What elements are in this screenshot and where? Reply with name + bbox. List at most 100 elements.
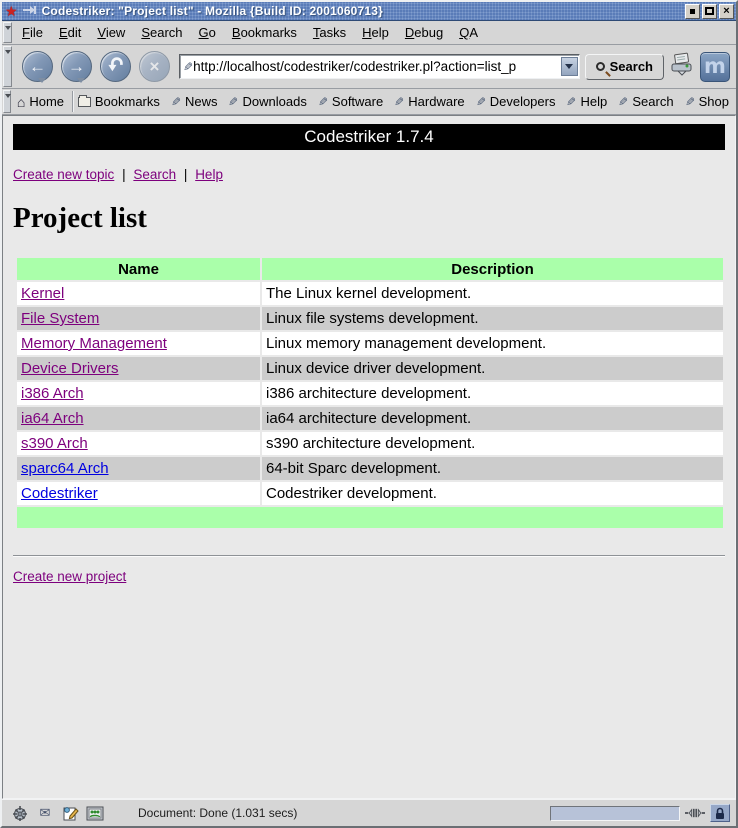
link-create-new-topic[interactable]: Create new topic: [13, 167, 114, 182]
forward-dropdown-icon[interactable]: [77, 78, 85, 83]
bookmark-label: Home: [29, 94, 64, 109]
url-input[interactable]: [193, 56, 561, 77]
toolbar-grippy[interactable]: [3, 22, 12, 43]
project-description: The Linux kernel development.: [262, 282, 723, 305]
bookmark-label: Bookmarks: [95, 94, 160, 109]
security-lock-icon[interactable]: [710, 804, 730, 822]
home-icon: ⌂: [17, 94, 25, 110]
column-header-name: Name: [17, 258, 260, 280]
stop-icon: ×: [150, 57, 160, 77]
page-top-nav: Create new topic | Search | Help: [13, 167, 725, 182]
menu-go[interactable]: Go: [191, 22, 224, 43]
bookmark-pen-icon: ✎: [566, 95, 576, 109]
menu-edit[interactable]: Edit: [51, 22, 89, 43]
maximize-icon: [705, 7, 714, 15]
bookmark-item-news[interactable]: ✎ News: [167, 92, 225, 111]
bookmark-item-developers[interactable]: ✎ Developers: [472, 92, 563, 111]
project-name-link[interactable]: Memory Management: [21, 335, 167, 352]
window-manager-star-icon[interactable]: ★: [5, 4, 18, 18]
address-book-icon[interactable]: [85, 804, 105, 822]
search-button-label: Search: [610, 59, 653, 74]
composer-icon[interactable]: [60, 804, 80, 822]
link-help[interactable]: Help: [195, 167, 223, 182]
window-title: Codestriker: "Project list" - Mozilla {B…: [42, 4, 681, 18]
bookmark-item-hardware[interactable]: ✎ Hardware: [390, 92, 471, 111]
table-row: Device Drivers Linux device driver devel…: [17, 357, 723, 380]
back-arrow-icon: ←: [29, 57, 46, 77]
reload-icon: [107, 55, 125, 78]
search-button[interactable]: Search: [585, 54, 664, 80]
status-bar: ✉ Document: Done (1.031 secs): [2, 799, 736, 826]
project-name-link[interactable]: sparc64 Arch: [21, 460, 109, 477]
project-name-link[interactable]: Codestriker: [21, 485, 98, 502]
bookmark-pen-icon[interactable]: ✎: [183, 60, 193, 74]
nav-separator: |: [184, 167, 188, 182]
bookmark-item-downloads[interactable]: ✎ Downloads: [224, 92, 313, 111]
menu-search[interactable]: Search: [133, 22, 190, 43]
mozilla-logo-button[interactable]: m: [700, 52, 730, 82]
browser-window: ★ Codestriker: "Project list" - Mozilla …: [0, 0, 738, 828]
bookmark-item-bookmarks[interactable]: Bookmarks: [74, 92, 167, 111]
toolbar-grippy[interactable]: [3, 46, 12, 87]
project-description: Linux file systems development.: [262, 307, 723, 330]
bookmark-pen-icon: ✎: [171, 95, 181, 109]
bookmark-label: Help: [581, 94, 608, 109]
bookmark-item-home[interactable]: ⌂ Home: [13, 92, 71, 112]
title-bar[interactable]: ★ Codestriker: "Project list" - Mozilla …: [2, 2, 736, 21]
project-description: Linux memory management development.: [262, 332, 723, 355]
forward-button[interactable]: →: [61, 51, 92, 82]
project-name-link[interactable]: File System: [21, 310, 99, 327]
close-button[interactable]: ×: [719, 4, 734, 19]
print-button[interactable]: [669, 51, 695, 82]
navigator-icon[interactable]: [10, 804, 30, 822]
link-search[interactable]: Search: [133, 167, 176, 182]
toolbar-grippy[interactable]: [3, 90, 11, 113]
bookmark-item-search[interactable]: ✎ Search: [614, 92, 680, 111]
minimize-icon: [690, 9, 695, 14]
bookmark-pen-icon: ✎: [476, 95, 486, 109]
bookmark-label: Downloads: [243, 94, 307, 109]
minimize-button[interactable]: [685, 4, 700, 19]
url-bar[interactable]: ✎: [179, 54, 580, 79]
project-description: Linux device driver development.: [262, 357, 723, 380]
menu-view[interactable]: View: [89, 22, 133, 43]
table-row: ia64 Arch ia64 architecture development.: [17, 407, 723, 430]
folder-icon: [78, 97, 91, 107]
status-message: Document: Done (1.031 secs): [138, 806, 297, 820]
bookmark-item-shop[interactable]: ✎ Shop: [681, 92, 736, 111]
url-history-dropdown-button[interactable]: [561, 57, 578, 76]
table-row: Kernel The Linux kernel development.: [17, 282, 723, 305]
menu-file[interactable]: File: [14, 22, 51, 43]
table-row: File System Linux file systems developme…: [17, 307, 723, 330]
project-description: ia64 architecture development.: [262, 407, 723, 430]
bookmark-pen-icon: ✎: [685, 95, 695, 109]
table-row: Codestriker Codestriker development.: [17, 482, 723, 505]
window-pin-icon: [22, 2, 38, 20]
bookmark-label: Search: [632, 94, 673, 109]
offline-plug-icon[interactable]: [685, 804, 705, 822]
bookmark-label: News: [185, 94, 218, 109]
browser-viewport: Codestriker 1.7.4 Create new topic | Sea…: [2, 115, 736, 799]
project-name-link[interactable]: i386 Arch: [21, 385, 84, 402]
project-name-link[interactable]: Kernel: [21, 285, 64, 302]
maximize-button[interactable]: [702, 4, 717, 19]
page-banner: Codestriker 1.7.4: [13, 124, 725, 150]
menu-help[interactable]: Help: [354, 22, 397, 43]
bookmark-item-help[interactable]: ✎ Help: [562, 92, 614, 111]
personal-toolbar: ⌂ Home Bookmarks ✎ News ✎ Downloads ✎ So…: [2, 89, 736, 115]
back-dropdown-icon[interactable]: [38, 78, 46, 83]
table-row: i386 Arch i386 architecture development.: [17, 382, 723, 405]
reload-button[interactable]: [100, 51, 131, 82]
menu-tasks[interactable]: Tasks: [305, 22, 354, 43]
menu-debug[interactable]: Debug: [397, 22, 451, 43]
menu-bookmarks[interactable]: Bookmarks: [224, 22, 305, 43]
back-button[interactable]: ←: [22, 51, 53, 82]
link-create-new-project[interactable]: Create new project: [13, 569, 126, 584]
project-name-link[interactable]: Device Drivers: [21, 360, 119, 377]
mail-icon[interactable]: ✉: [35, 804, 55, 822]
menu-qa[interactable]: QA: [451, 22, 486, 43]
bookmark-item-software[interactable]: ✎ Software: [314, 92, 390, 111]
stop-button[interactable]: ×: [139, 51, 170, 82]
project-name-link[interactable]: ia64 Arch: [21, 410, 84, 427]
project-name-link[interactable]: s390 Arch: [21, 435, 88, 452]
